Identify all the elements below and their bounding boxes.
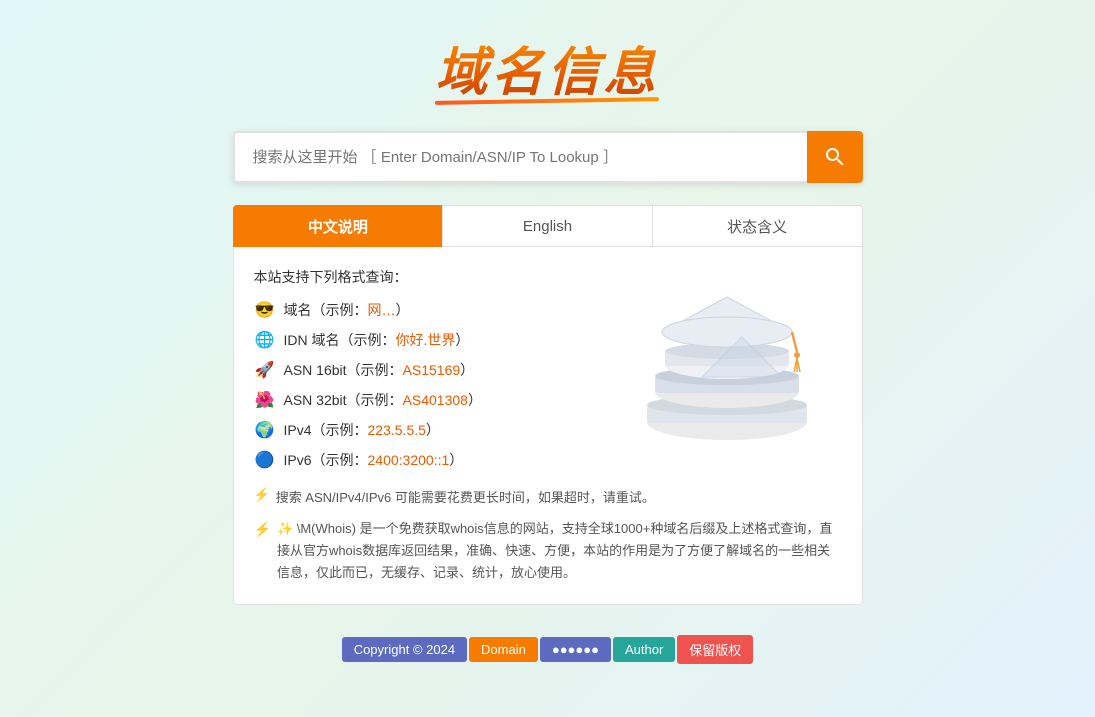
list-item-domain: 😎 域名（示例：网…） bbox=[254, 299, 842, 321]
idn-link[interactable]: 你好.世界 bbox=[396, 332, 456, 348]
footer-copyright: Copyright © 2024 bbox=[342, 637, 467, 662]
section-title: 本站支持下列格式查询： bbox=[254, 267, 842, 287]
warning-text: 搜索 ASN/IPv4/IPv6 可能需要花费更长时间，如果超时，请重试。 bbox=[276, 487, 655, 506]
list-item-asn32: 🌺 ASN 32bit（示例：AS401308） bbox=[254, 389, 842, 411]
tabs-container: 中文说明 English 状态含义 bbox=[233, 205, 863, 247]
footer-domain-label: Domain bbox=[469, 637, 538, 662]
logo-area: 域名信息 bbox=[435, 30, 659, 103]
footer-author-label: Author bbox=[613, 637, 675, 662]
logo-text: 域名信息 bbox=[435, 30, 659, 105]
ipv6-link[interactable]: 2400:3200::1 bbox=[368, 452, 450, 468]
asn32-icon: 🌺 bbox=[254, 389, 276, 411]
list-item-ipv6: 🔵 IPv6（示例：2400:3200::1） bbox=[254, 449, 842, 471]
content-panel: 本站支持下列格式查询： 😎 域名（示例：网…） 🌐 IDN 域名（示例：你好.世… bbox=[233, 247, 863, 605]
asn16-icon: 🚀 bbox=[254, 359, 276, 381]
tab-chinese[interactable]: 中文说明 bbox=[233, 205, 443, 247]
domain-label: 域名（示例：网…） bbox=[284, 300, 410, 320]
ipv4-link[interactable]: 223.5.5.5 bbox=[368, 422, 426, 438]
search-icon bbox=[823, 145, 847, 169]
warning-icon: ⚡ bbox=[254, 487, 270, 503]
about-icon2: ✨ bbox=[277, 521, 293, 536]
about-icon: ⚡ bbox=[254, 518, 271, 542]
ipv4-label: IPv4（示例：223.5.5.5） bbox=[284, 420, 440, 440]
idn-icon: 🌐 bbox=[254, 329, 276, 351]
ipv6-icon: 🔵 bbox=[254, 449, 276, 471]
about-text: ⚡ ✨ \M(Whois) 是一个免费获取whois信息的网站，支持全球1000… bbox=[254, 518, 842, 584]
domain-link[interactable]: 网… bbox=[368, 302, 396, 318]
idn-label: IDN 域名（示例：你好.世界） bbox=[284, 330, 470, 350]
asn32-label: ASN 32bit（示例：AS401308） bbox=[284, 390, 482, 410]
asn16-link[interactable]: AS15169 bbox=[403, 362, 461, 378]
ipv4-icon: 🌍 bbox=[254, 419, 276, 441]
asn32-link[interactable]: AS401308 bbox=[403, 392, 468, 408]
warning-note: ⚡ 搜索 ASN/IPv4/IPv6 可能需要花费更长时间，如果超时，请重试。 bbox=[254, 487, 842, 506]
list-item-asn16: 🚀 ASN 16bit（示例：AS15169） bbox=[254, 359, 842, 381]
ipv6-label: IPv6（示例：2400:3200::1） bbox=[284, 450, 464, 470]
list-item-ipv4: 🌍 IPv4（示例：223.5.5.5） bbox=[254, 419, 842, 441]
search-bar bbox=[233, 131, 863, 183]
footer-author-value: 保留版权 bbox=[677, 635, 753, 664]
footer-domain-value: ●●●●●● bbox=[540, 637, 611, 662]
tab-status[interactable]: 状态含义 bbox=[653, 205, 863, 247]
search-button[interactable] bbox=[807, 131, 863, 183]
search-input[interactable] bbox=[233, 131, 807, 183]
about-content: ✨ \M(Whois) 是一个免费获取whois信息的网站，支持全球1000+种… bbox=[277, 518, 842, 584]
asn16-label: ASN 16bit（示例：AS15169） bbox=[284, 360, 475, 380]
tab-english[interactable]: English bbox=[442, 205, 653, 247]
domain-icon: 😎 bbox=[254, 299, 276, 321]
footer: Copyright © 2024 Domain ●●●●●● Author 保留… bbox=[342, 635, 754, 664]
list-item-idn: 🌐 IDN 域名（示例：你好.世界） bbox=[254, 329, 842, 351]
